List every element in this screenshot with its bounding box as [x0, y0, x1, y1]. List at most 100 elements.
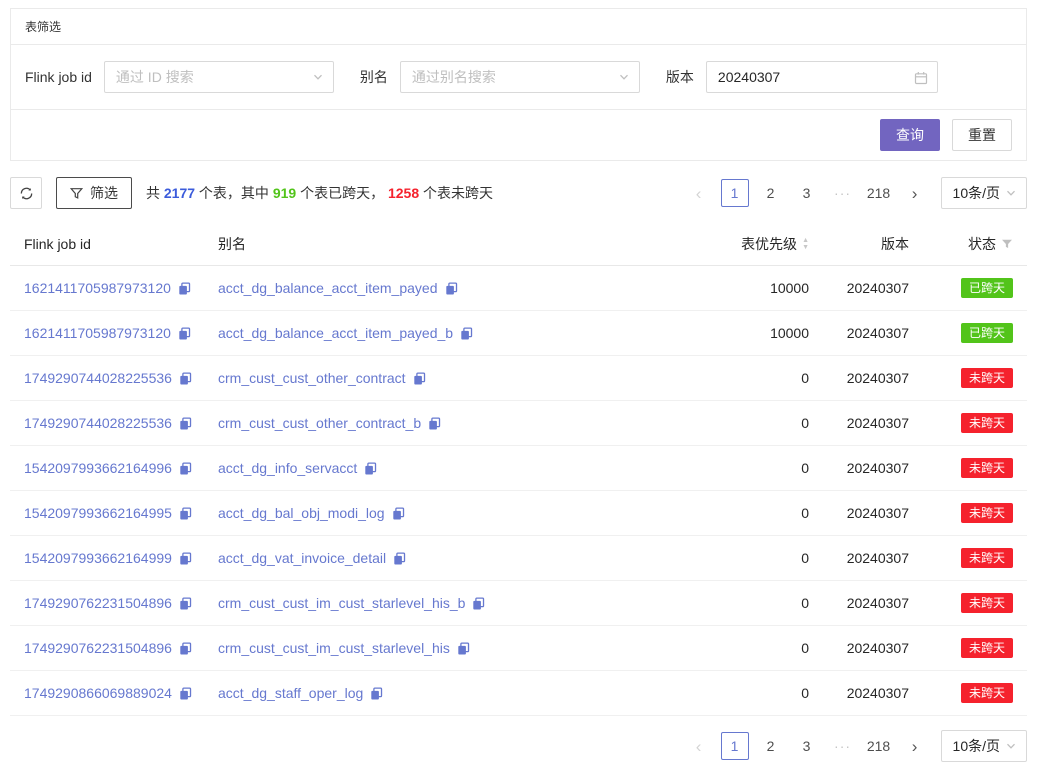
- priority-cell: 0: [695, 356, 817, 401]
- filter-fields-row: Flink job id 通过 ID 搜索 别名 通过别名搜索: [11, 45, 1026, 110]
- copy-icon[interactable]: [457, 642, 470, 655]
- status-badge: 未跨天: [961, 368, 1013, 388]
- copy-icon[interactable]: [393, 552, 406, 565]
- job-id-link[interactable]: 1542097993662164999: [24, 550, 172, 566]
- copy-icon[interactable]: [179, 687, 192, 700]
- chevron-down-icon: [1005, 740, 1017, 752]
- version-cell: 20240307: [817, 671, 917, 716]
- copy-icon[interactable]: [445, 282, 458, 295]
- copy-icon[interactable]: [179, 417, 192, 430]
- status-badge: 已跨天: [961, 323, 1013, 343]
- job-id-link[interactable]: 1749290744028225536: [24, 415, 172, 431]
- pagination-page-last[interactable]: 218: [865, 179, 893, 207]
- job-id-link[interactable]: 1749290762231504896: [24, 595, 172, 611]
- pagination-next-button[interactable]: ›: [901, 732, 929, 760]
- job-id-link[interactable]: 1621411705987973120: [24, 280, 171, 296]
- calendar-icon: [914, 71, 928, 85]
- page-size-value: 10条/页: [953, 183, 1000, 203]
- status-badge: 未跨天: [961, 593, 1013, 613]
- alias-link[interactable]: crm_cust_cust_im_cust_starlevel_his: [218, 640, 450, 656]
- job-id-link[interactable]: 1542097993662164995: [24, 505, 172, 521]
- pagination-ellipsis[interactable]: ···: [829, 732, 857, 760]
- column-header-priority[interactable]: 表优先级 ▲▼: [695, 223, 817, 266]
- pagination-page-1[interactable]: 1: [721, 179, 749, 207]
- alias-link[interactable]: crm_cust_cust_other_contract_b: [218, 415, 421, 431]
- summary-segment: 个表未跨天: [419, 185, 493, 201]
- copy-icon[interactable]: [178, 327, 191, 340]
- copy-icon[interactable]: [179, 552, 192, 565]
- copy-icon[interactable]: [370, 687, 383, 700]
- summary-segment: 个表已跨天，: [296, 185, 388, 201]
- copy-icon[interactable]: [428, 417, 441, 430]
- status-badge: 已跨天: [961, 278, 1013, 298]
- job-id-link[interactable]: 1749290744028225536: [24, 370, 172, 386]
- refresh-button[interactable]: [10, 177, 42, 209]
- version-cell: 20240307: [817, 491, 917, 536]
- column-header-alias: 别名: [210, 223, 695, 266]
- priority-cell: 0: [695, 671, 817, 716]
- page: 表筛选 Flink job id 通过 ID 搜索 别名 通过别名搜索: [0, 0, 1037, 762]
- alias-link[interactable]: crm_cust_cust_other_contract: [218, 370, 406, 386]
- page-size-select[interactable]: 10条/页: [941, 730, 1027, 762]
- copy-icon[interactable]: [178, 282, 191, 295]
- reset-button[interactable]: 重置: [952, 119, 1012, 151]
- pagination-prev-button[interactable]: ‹: [685, 179, 713, 207]
- copy-icon[interactable]: [179, 372, 192, 385]
- version-cell: 20240307: [817, 581, 917, 626]
- alias-select[interactable]: 通过别名搜索: [400, 61, 640, 93]
- copy-icon[interactable]: [179, 462, 192, 475]
- copy-icon[interactable]: [472, 597, 485, 610]
- alias-link[interactable]: acct_dg_info_servacct: [218, 460, 357, 476]
- copy-icon[interactable]: [179, 507, 192, 520]
- job-id-link[interactable]: 1542097993662164996: [24, 460, 172, 476]
- copy-icon[interactable]: [413, 372, 426, 385]
- status-badge: 未跨天: [961, 638, 1013, 658]
- pagination-page-last[interactable]: 218: [865, 732, 893, 760]
- job-id-placeholder: 通过 ID 搜索: [116, 67, 194, 87]
- alias-link[interactable]: acct_dg_balance_acct_item_payed: [218, 280, 438, 296]
- pagination-page-3[interactable]: 3: [793, 732, 821, 760]
- status-badge: 未跨天: [961, 413, 1013, 433]
- pagination-ellipsis[interactable]: ···: [829, 179, 857, 207]
- copy-icon[interactable]: [179, 642, 192, 655]
- table-row: 1749290762231504896 crm_cust_cust_im_cus…: [10, 626, 1027, 671]
- alias-link[interactable]: acct_dg_vat_invoice_detail: [218, 550, 386, 566]
- table-body: 1621411705987973120 acct_dg_balance_acct…: [10, 266, 1027, 716]
- chevron-down-icon: [1005, 187, 1017, 199]
- table-row: 1542097993662164999 acct_dg_vat_invoice_…: [10, 536, 1027, 581]
- copy-icon[interactable]: [460, 327, 473, 340]
- version-input[interactable]: [718, 69, 909, 85]
- copy-icon[interactable]: [392, 507, 405, 520]
- status-badge: 未跨天: [961, 458, 1013, 478]
- page-size-select[interactable]: 10条/页: [941, 177, 1027, 209]
- alias-link[interactable]: acct_dg_bal_obj_modi_log: [218, 505, 385, 521]
- copy-icon[interactable]: [179, 597, 192, 610]
- column-filter-icon[interactable]: [1001, 238, 1013, 250]
- pagination-page-3[interactable]: 3: [793, 179, 821, 207]
- version-cell: 20240307: [817, 311, 917, 356]
- alias-link[interactable]: crm_cust_cust_im_cust_starlevel_his_b: [218, 595, 465, 611]
- version-date-picker[interactable]: [706, 61, 938, 93]
- job-id-label: Flink job id: [25, 69, 92, 85]
- alias-link[interactable]: acct_dg_staff_oper_log: [218, 685, 363, 701]
- pagination-prev-button[interactable]: ‹: [685, 732, 713, 760]
- pagination-page-2[interactable]: 2: [757, 732, 785, 760]
- uncrossed-count: 1258: [388, 185, 419, 201]
- pagination-page-1[interactable]: 1: [721, 732, 749, 760]
- alias-link[interactable]: acct_dg_balance_acct_item_payed_b: [218, 325, 453, 341]
- filter-button[interactable]: 筛选: [56, 177, 132, 209]
- job-id-select[interactable]: 通过 ID 搜索: [104, 61, 334, 93]
- pagination-page-2[interactable]: 2: [757, 179, 785, 207]
- pagination-next-button[interactable]: ›: [901, 179, 929, 207]
- sort-icon[interactable]: ▲▼: [802, 237, 809, 251]
- query-button[interactable]: 查询: [880, 119, 940, 151]
- crossed-count: 919: [273, 185, 296, 201]
- pagination-bottom-wrap: ‹ 1 2 3 ··· 218 › 10条/页: [10, 730, 1027, 762]
- job-id-link[interactable]: 1749290762231504896: [24, 640, 172, 656]
- filter-panel-title: 表筛选: [11, 9, 1026, 45]
- chevron-down-icon: [618, 71, 630, 83]
- job-id-link[interactable]: 1621411705987973120: [24, 325, 171, 341]
- copy-icon[interactable]: [364, 462, 377, 475]
- job-id-link[interactable]: 1749290866069889024: [24, 685, 172, 701]
- results-table: Flink job id 别名 表优先级 ▲▼ 版本 状态: [10, 223, 1027, 716]
